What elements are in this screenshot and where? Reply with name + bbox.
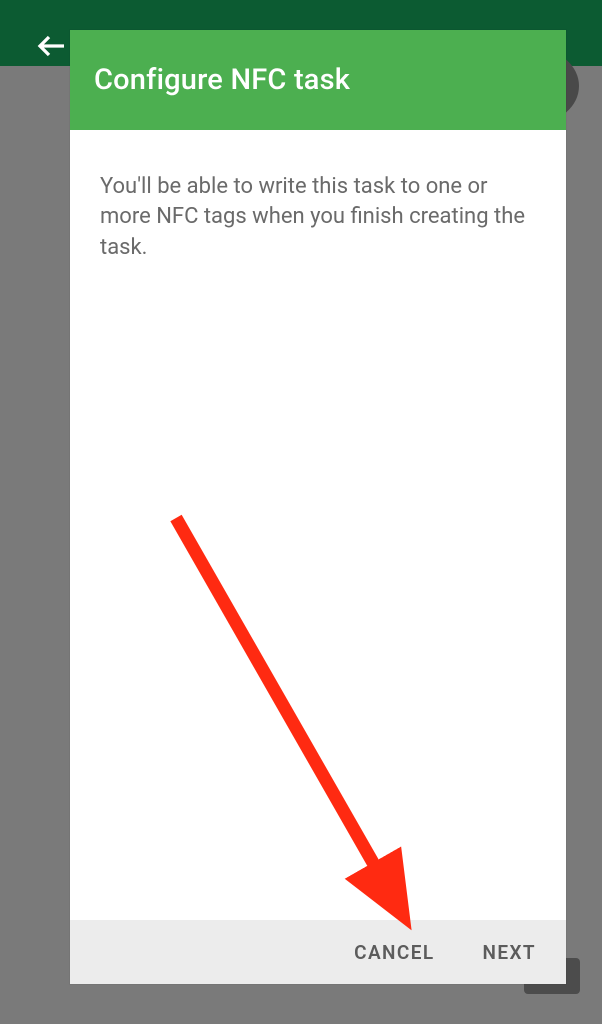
cancel-button[interactable]: CANCEL (354, 941, 434, 964)
dialog-header: Configure NFC task (70, 30, 566, 130)
dialog-title: Configure NFC task (94, 63, 350, 97)
back-icon[interactable] (30, 24, 74, 68)
dialog-footer: CANCEL NEXT (70, 920, 566, 984)
next-button[interactable]: NEXT (483, 941, 536, 964)
dialog-body: You'll be able to write this task to one… (70, 130, 566, 920)
configure-nfc-dialog: Configure NFC task You'll be able to wri… (70, 30, 566, 984)
dialog-body-text: You'll be able to write this task to one… (100, 172, 536, 263)
